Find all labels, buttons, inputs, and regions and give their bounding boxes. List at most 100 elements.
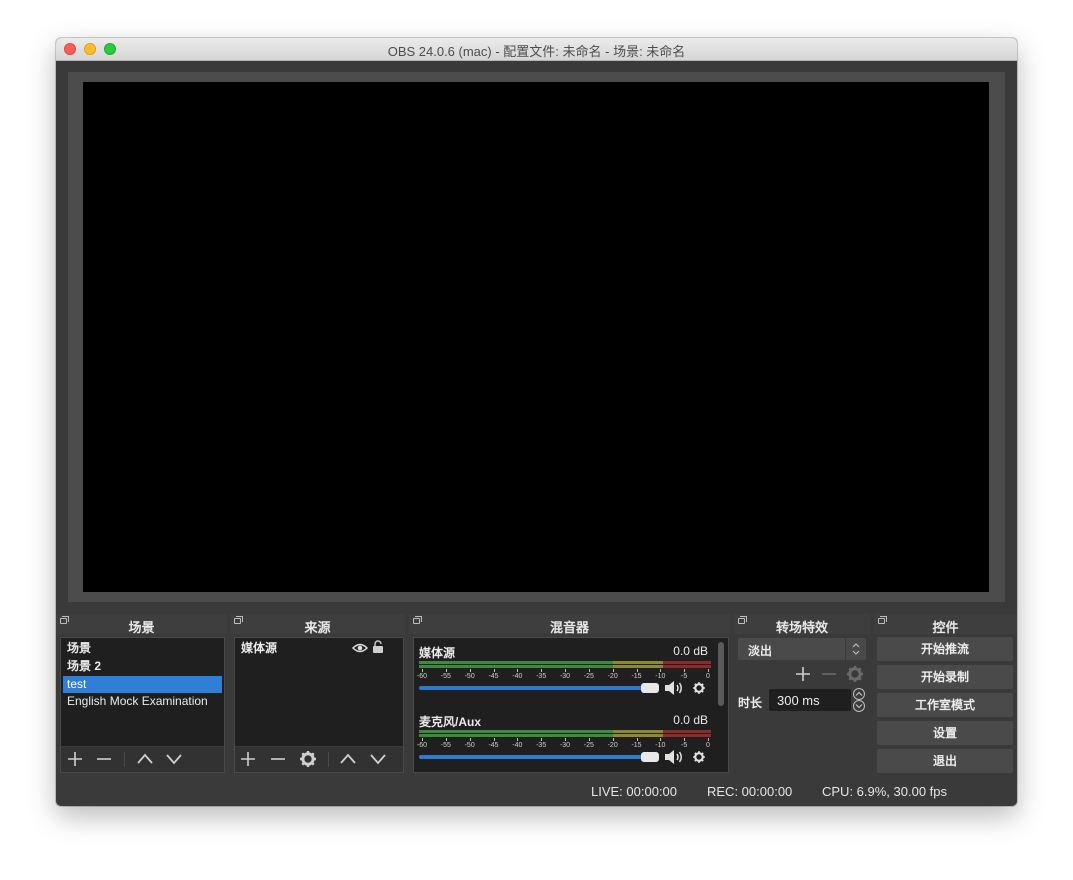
scene-item[interactable]: English Mock Examination xyxy=(63,693,222,710)
sources-panel: 媒体源 xyxy=(234,637,404,773)
meter-tick-mark xyxy=(708,669,709,672)
meter-tick-mark xyxy=(493,738,495,741)
meter-tick-label: -20 xyxy=(607,673,618,680)
duration-stepper[interactable] xyxy=(851,688,867,712)
select-arrows xyxy=(845,638,866,660)
gear-icon xyxy=(300,751,316,767)
meter-tick-label: -15 xyxy=(631,742,642,749)
mixer-channel-name: 麦克风/Aux xyxy=(419,715,482,729)
meter-tick-label: -60 xyxy=(416,742,428,749)
start-streaming-button[interactable]: 开始推流 xyxy=(877,637,1013,661)
duration-input[interactable]: 300 ms xyxy=(769,689,851,711)
move-source-down-button[interactable] xyxy=(367,749,389,769)
mixer-dock-header: 混音器 xyxy=(409,614,730,635)
meter-tick-label: -35 xyxy=(536,742,547,749)
toolbar-separator xyxy=(124,752,125,767)
exit-button[interactable]: 退出 xyxy=(877,749,1013,773)
preview-area xyxy=(68,72,1005,602)
source-properties-button[interactable] xyxy=(297,749,319,769)
chevron-up-icon xyxy=(340,753,356,764)
meter-tick-mark xyxy=(565,669,566,672)
studio-mode-button[interactable]: 工作室模式 xyxy=(877,693,1013,717)
meter-tick-label: -60 xyxy=(416,673,428,680)
meter-tick-label: 0 xyxy=(706,742,710,749)
speaker-icon[interactable] xyxy=(663,679,685,697)
window-title: OBS 24.0.6 (mac) - 配置文件: 未命名 - 场景: 未命名 xyxy=(387,44,686,59)
volume-slider-knob[interactable] xyxy=(641,752,659,762)
plus-icon xyxy=(68,752,82,766)
meter-tick-mark xyxy=(517,669,519,672)
remove-source-button[interactable] xyxy=(267,749,289,769)
transitions-panel: 淡出 时长 300 ms xyxy=(738,638,868,718)
move-scene-down-button[interactable] xyxy=(163,749,185,769)
meter-tick-label: -30 xyxy=(559,673,571,680)
scenes-dock-title: 场景 xyxy=(128,620,155,635)
volume-slider-knob[interactable] xyxy=(641,683,659,693)
start-recording-button[interactable]: 开始录制 xyxy=(877,665,1013,689)
gear-icon[interactable] xyxy=(691,680,707,696)
minus-icon xyxy=(97,758,111,760)
settings-button[interactable]: 设置 xyxy=(877,721,1013,745)
meter-tick-mark xyxy=(636,669,638,672)
meter-tick-mark xyxy=(422,669,423,672)
transitions-dock-header: 转场特效 xyxy=(734,614,870,635)
stepper-arrows-icon xyxy=(853,688,865,712)
scenes-dock-header: 场景 xyxy=(56,614,227,635)
transitions-dock-title: 转场特效 xyxy=(775,620,828,635)
meter-tick-label: -55 xyxy=(440,673,451,680)
minus-icon[interactable] xyxy=(818,664,840,684)
move-source-up-button[interactable] xyxy=(337,749,359,769)
meter-tick-label: -30 xyxy=(559,742,571,749)
meter-tick-mark xyxy=(708,738,709,741)
toolbar-separator xyxy=(328,752,329,767)
add-source-button[interactable] xyxy=(237,749,259,769)
live-status: LIVE: 00:00:00 xyxy=(591,784,678,799)
volume-slider[interactable] xyxy=(419,686,644,690)
remove-scene-button[interactable] xyxy=(93,749,115,769)
preview-canvas[interactable] xyxy=(83,82,989,592)
speaker-icon[interactable] xyxy=(663,748,685,766)
mixer-channel-name: 媒体源 xyxy=(419,646,456,660)
scenes-toolbar xyxy=(61,746,224,772)
audio-meter xyxy=(419,661,711,664)
gear-icon[interactable] xyxy=(691,749,707,765)
source-item-label: 媒体源 xyxy=(241,641,278,655)
meter-tick-mark xyxy=(684,669,686,672)
meter-tick-mark xyxy=(565,738,566,741)
meter-tick-label: -40 xyxy=(512,742,523,749)
meter-tick-mark xyxy=(517,738,519,741)
scene-item[interactable]: 场景 2 xyxy=(63,658,222,675)
meter-tick-mark xyxy=(660,669,662,672)
meter-tick-label: -20 xyxy=(607,742,618,749)
rec-status: REC: 00:00:00 xyxy=(707,784,793,799)
transition-selected-value: 淡出 xyxy=(748,644,773,658)
volume-slider[interactable] xyxy=(419,755,644,759)
gear-icon[interactable] xyxy=(844,664,866,684)
meter-tick-mark xyxy=(612,669,614,672)
title-bar[interactable]: OBS 24.0.6 (mac) - 配置文件: 未命名 - 场景: 未命名 xyxy=(56,38,1017,61)
meter-tick-mark xyxy=(684,738,686,741)
meter-tick-mark xyxy=(660,738,662,741)
eye-icon[interactable] xyxy=(352,642,368,654)
chevron-updown-icon xyxy=(852,643,860,655)
move-scene-up-button[interactable] xyxy=(134,749,156,769)
meter-tick-label: -50 xyxy=(464,673,475,680)
meter-tick-mark xyxy=(541,669,543,672)
transition-select[interactable]: 淡出 xyxy=(738,638,866,660)
meter-tick-mark xyxy=(422,738,423,741)
meter-tick-mark xyxy=(469,669,471,672)
scene-item[interactable]: 场景 xyxy=(63,640,222,657)
scene-item-selected[interactable]: test xyxy=(63,676,222,693)
meter-tick-mark xyxy=(636,738,638,741)
duration-label: 时长 xyxy=(738,696,763,710)
unlock-icon[interactable] xyxy=(372,640,384,654)
plus-icon[interactable] xyxy=(792,664,814,684)
meter-tick-label: -35 xyxy=(536,673,547,680)
meter-tick-mark xyxy=(445,738,447,741)
meter-tick-mark xyxy=(469,738,471,741)
audio-meter xyxy=(419,730,711,733)
mixer-scrollbar[interactable] xyxy=(718,642,724,706)
audio-meter xyxy=(419,734,711,737)
add-scene-button[interactable] xyxy=(64,749,86,769)
scenes-panel: 场景 场景 2 test English Mock Examination xyxy=(60,637,225,773)
